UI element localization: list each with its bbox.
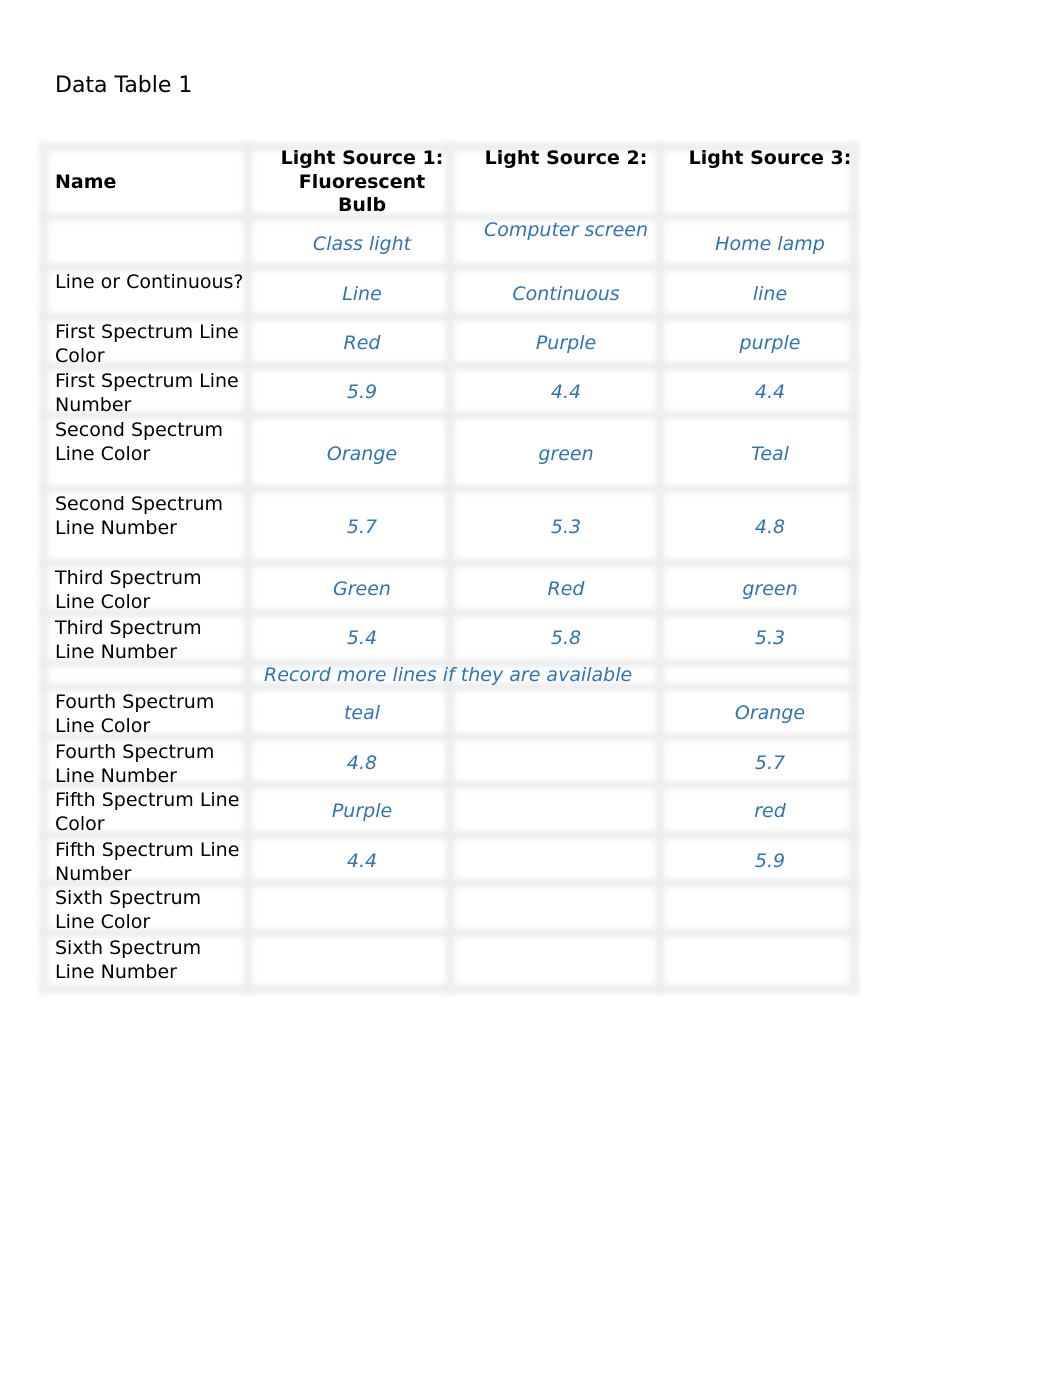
row-label: Line or Continuous?	[55, 271, 244, 293]
row-label: Fourth Spectrum Line Color	[55, 691, 215, 737]
header-line: Light Source 1:	[280, 147, 444, 169]
header-light-source-2: Light Source 2:	[484, 147, 648, 169]
entry-cell[interactable]: Orange	[660, 702, 880, 726]
entry-cell[interactable]: 4.4	[252, 850, 472, 874]
row-label: Third Spectrum Line Number	[55, 617, 202, 663]
entry-cell[interactable]: 5.9	[252, 381, 472, 405]
header-line: Bulb	[337, 194, 387, 216]
grid-col-line	[40, 143, 48, 993]
page-title: Data Table 1	[55, 73, 193, 98]
entry-cell[interactable]: Green	[252, 578, 472, 602]
header-light-source-1: Light Source 1: Fluorescent Bulb	[252, 147, 472, 218]
entry-cell[interactable]: 5.9	[660, 850, 880, 874]
entry-cell[interactable]: 5.7	[252, 516, 472, 540]
note-cell: Record more lines if they are available	[264, 664, 633, 686]
row-label: Sixth Spectrum Line Number	[55, 937, 202, 983]
row-label: Fourth Spectrum Line Number	[55, 741, 215, 787]
header-name: Name	[55, 171, 117, 193]
header-line: Fluorescent	[298, 170, 426, 193]
entry-cell[interactable]: red	[660, 800, 880, 824]
entry-cell[interactable]: Computer screen	[452, 219, 680, 243]
entry-cell[interactable]: purple	[660, 332, 880, 356]
entry-cell[interactable]: 4.4	[660, 381, 880, 405]
entry-cell[interactable]: 5.8	[452, 627, 680, 651]
entry-cell[interactable]: Orange	[252, 443, 472, 467]
entry-cell[interactable]: 4.8	[660, 516, 880, 540]
row-label: Second Spectrum Line Number	[55, 493, 224, 539]
row-label: Third Spectrum Line Color	[55, 567, 202, 613]
entry-cell[interactable]: line	[660, 283, 880, 307]
entry-cell[interactable]: Purple	[252, 800, 472, 824]
entry-cell[interactable]: Home lamp	[660, 233, 880, 257]
entry-cell[interactable]: green	[452, 443, 680, 467]
row-label: Fifth Spectrum Line Number	[55, 839, 240, 885]
entry-cell[interactable]: 5.3	[452, 516, 680, 540]
row-label: Second Spectrum Line Color	[55, 419, 224, 465]
row-label: First Spectrum Line Number	[55, 370, 239, 416]
entry-cell[interactable]: Teal	[660, 443, 880, 467]
grid-col-line	[244, 143, 252, 993]
entry-cell[interactable]: 5.7	[660, 752, 880, 776]
row-label: Sixth Spectrum Line Color	[55, 887, 202, 933]
data-table: Name Light Source 1: Fluorescent Bulb Li…	[40, 143, 858, 993]
header-light-source-3: Light Source 3:	[688, 147, 852, 169]
entry-cell[interactable]: 4.8	[252, 752, 472, 776]
entry-cell[interactable]: Purple	[452, 332, 680, 356]
row-label: First Spectrum Line Color	[55, 321, 239, 367]
entry-cell[interactable]: Class light	[252, 233, 472, 257]
entry-cell[interactable]: Red	[452, 578, 680, 602]
entry-cell[interactable]: green	[660, 578, 880, 602]
entry-cell[interactable]: 4.4	[452, 381, 680, 405]
row-label: Fifth Spectrum Line Color	[55, 789, 240, 835]
entry-cell[interactable]: 5.4	[252, 627, 472, 651]
entry-cell[interactable]: Continuous	[452, 283, 680, 307]
entry-cell[interactable]: Red	[252, 332, 472, 356]
entry-cell[interactable]: 5.3	[660, 627, 880, 651]
entry-cell[interactable]: Line	[252, 283, 472, 307]
entry-cell[interactable]: teal	[252, 702, 472, 726]
